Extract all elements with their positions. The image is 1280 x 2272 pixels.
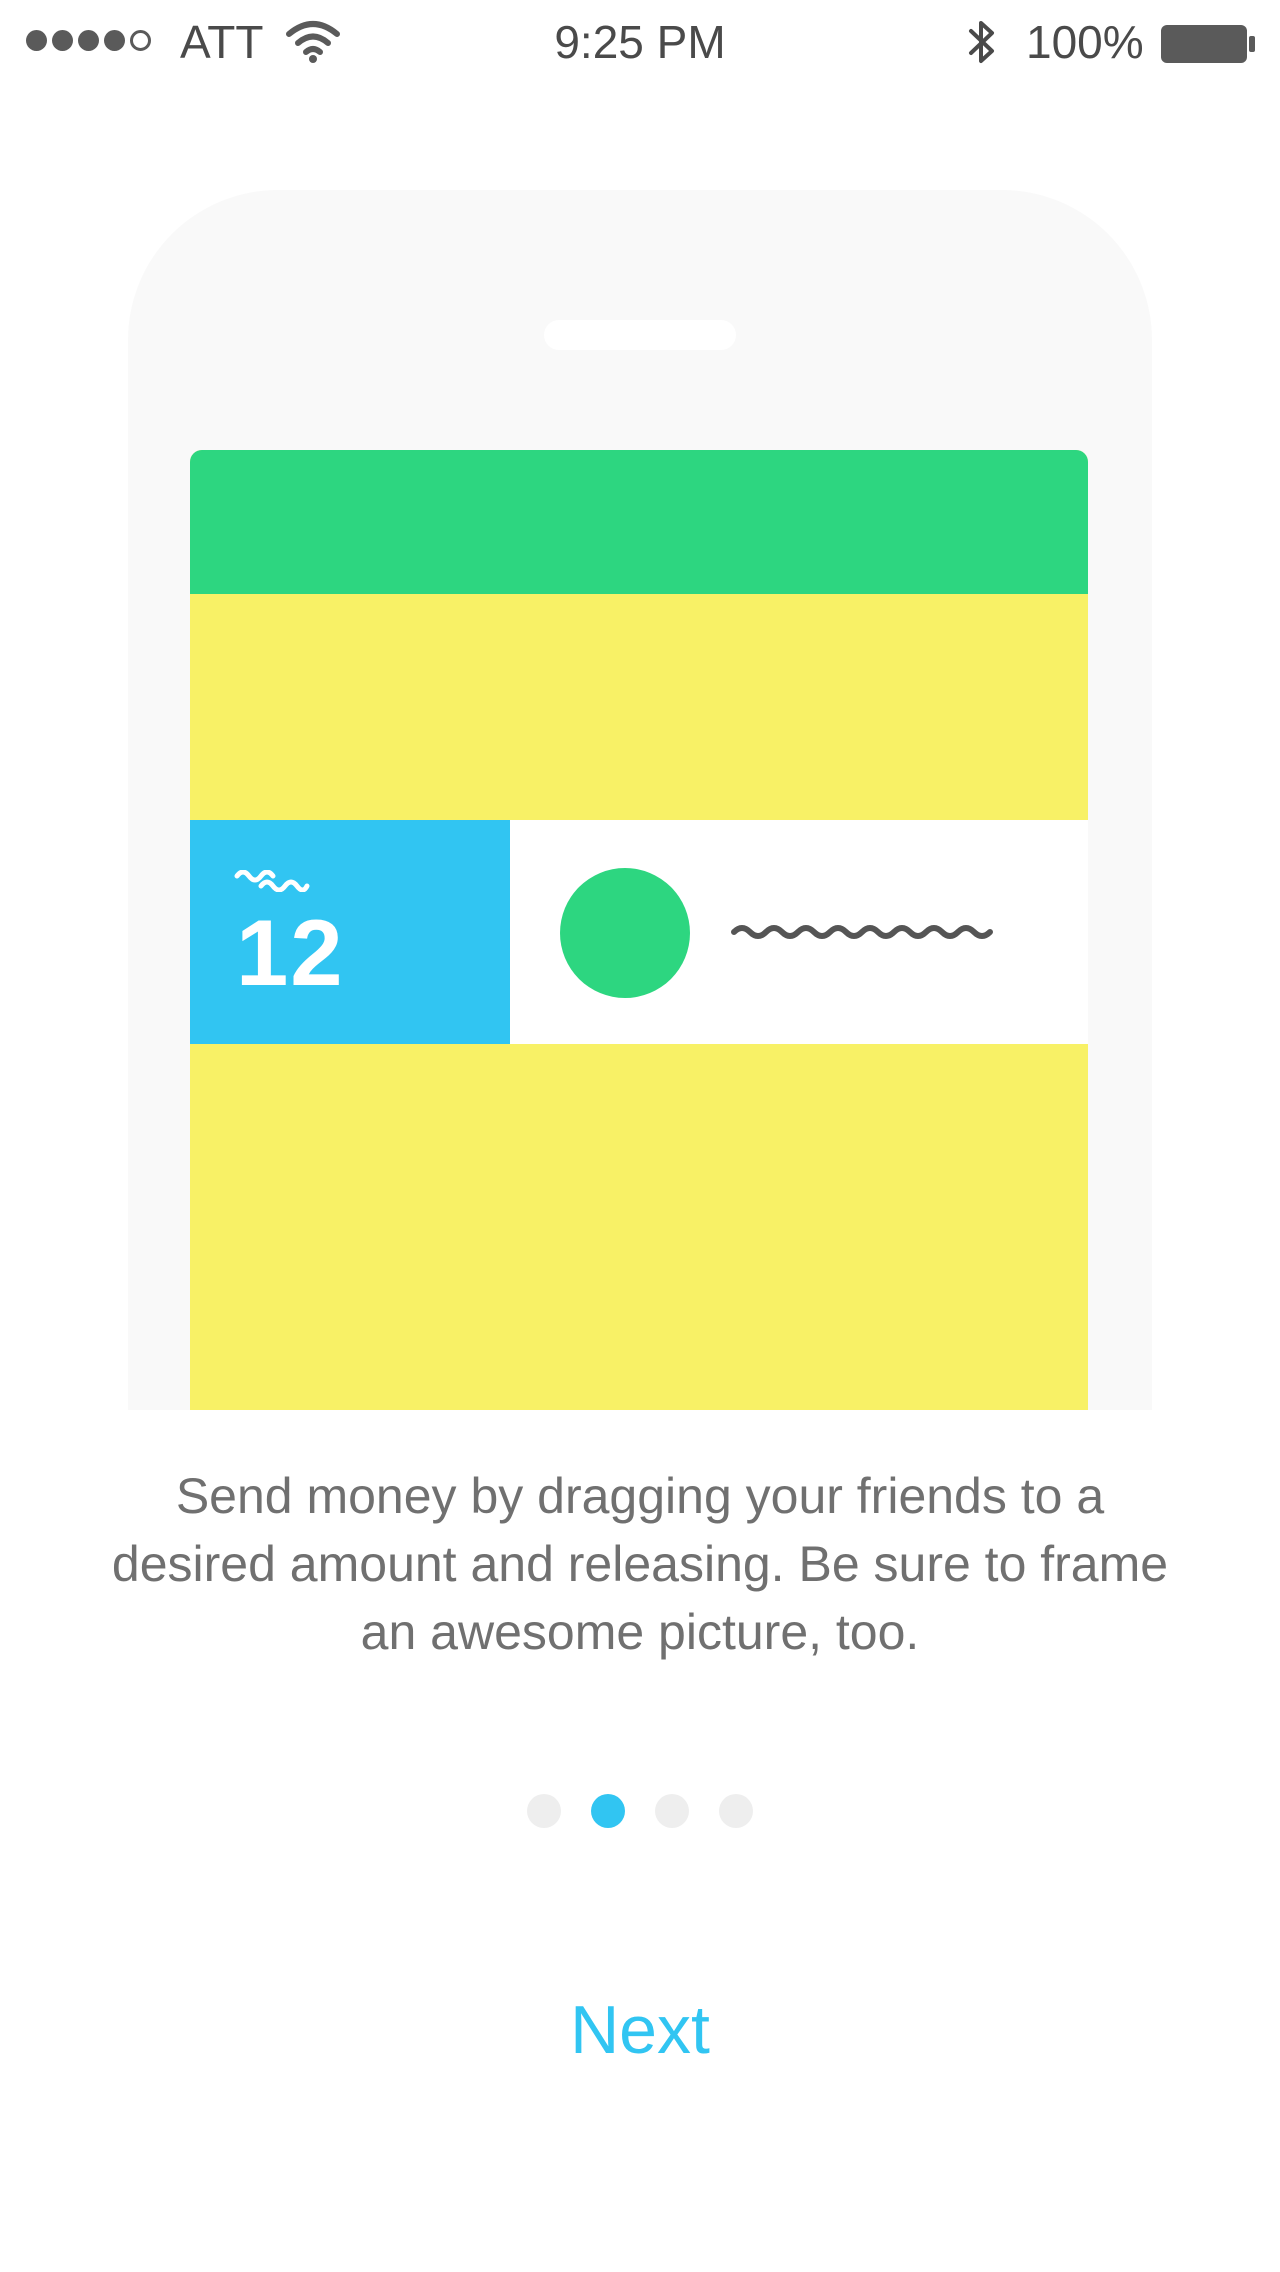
bluetooth-icon	[969, 21, 994, 63]
battery-percent: 100%	[1026, 16, 1144, 68]
illustration-friend-row: 12	[190, 820, 1088, 1044]
next-button[interactable]: Next	[490, 1980, 790, 2080]
page-dot-1[interactable]	[527, 1794, 561, 1828]
illustration-avatar	[560, 868, 690, 998]
phone-illustration: 12	[128, 190, 1152, 1410]
page-dot-2-active[interactable]	[591, 1794, 625, 1828]
squiggle-icon	[731, 925, 993, 939]
page-dot-3[interactable]	[655, 1794, 689, 1828]
onboarding-description: Send money by dragging your friends to a…	[111, 1468, 1169, 1660]
illustration-screen: 12	[190, 450, 1088, 1410]
battery-icon	[1161, 25, 1255, 63]
onboarding-screen: ATT 9:25 PM 100% 12 Send money by draggi…	[0, 0, 1280, 2272]
illustration-amount-block: 12	[190, 820, 510, 1044]
illustration-amount: 12	[236, 900, 345, 1005]
page-dot-4[interactable]	[719, 1794, 753, 1828]
phone-speaker	[544, 320, 736, 350]
squiggle-icon	[234, 870, 310, 892]
illustration-nav-bar	[190, 450, 1088, 594]
page-indicator	[0, 1794, 1280, 1830]
status-bar: ATT 9:25 PM 100%	[0, 0, 1280, 84]
